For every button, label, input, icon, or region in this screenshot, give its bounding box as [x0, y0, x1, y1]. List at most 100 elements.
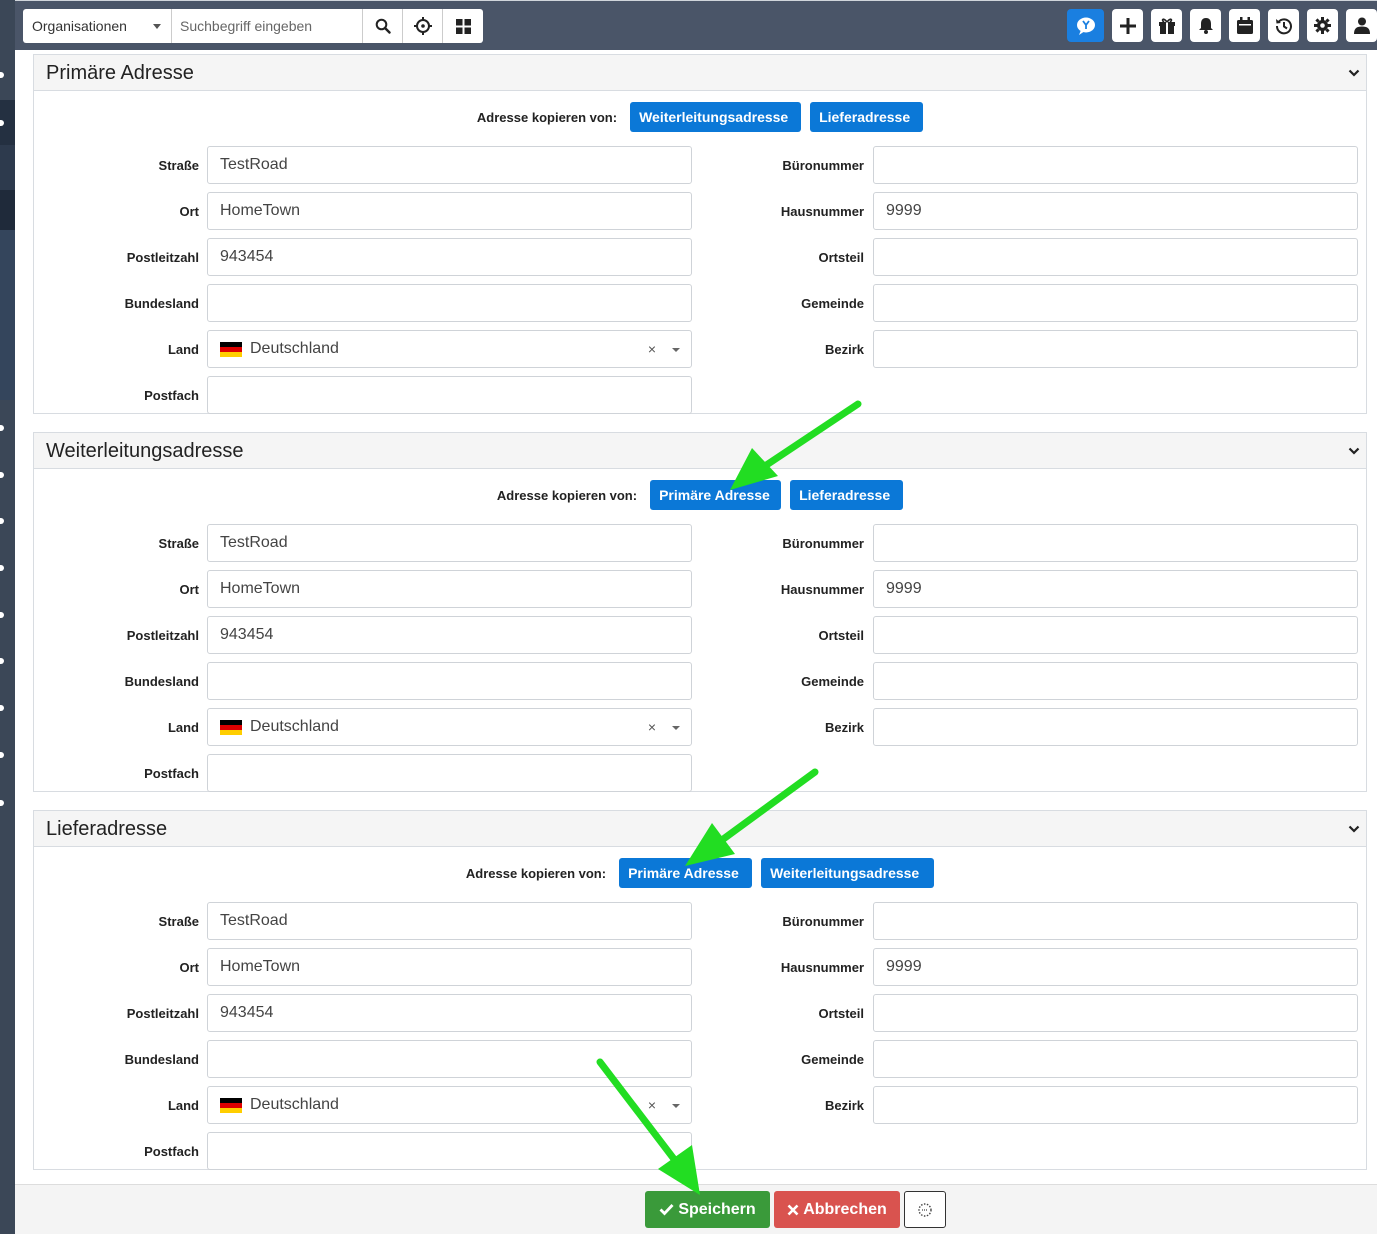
locate-button[interactable]	[403, 9, 443, 43]
field-strasse[interactable]: TestRoad	[207, 146, 692, 184]
save-button-label: Speichern	[678, 1200, 756, 1218]
footer-bar: Speichern Abbrechen	[15, 1184, 1377, 1234]
bell-icon	[1198, 18, 1213, 34]
field-land[interactable]: Deutschland ×	[207, 708, 692, 746]
field-plz[interactable]: 943454	[207, 616, 692, 654]
germany-flag-icon	[220, 341, 242, 357]
field-bezirk[interactable]	[873, 1086, 1358, 1124]
field-postfach[interactable]	[207, 754, 692, 792]
field-strasse[interactable]: TestRoad	[207, 902, 692, 940]
copy-from-weiterleitungsadresse-button[interactable]: Weiterleitungsadresse	[630, 102, 802, 132]
gift-button[interactable]	[1151, 9, 1182, 42]
user-button[interactable]	[1346, 9, 1377, 42]
field-strasse-value: TestRoad	[220, 912, 288, 929]
field-land[interactable]: Deutschland ×	[207, 330, 692, 368]
label-bezirk: Bezirk	[824, 720, 864, 735]
field-land[interactable]: Deutschland ×	[207, 1086, 692, 1124]
caret-down-icon[interactable]	[672, 1104, 680, 1108]
label-bundesland: Bundesland	[124, 1052, 199, 1067]
field-gemeinde[interactable]	[873, 662, 1358, 700]
main-content: Primäre Adresse Adresse kopieren von: We…	[15, 50, 1377, 1184]
field-ortsteil[interactable]	[873, 238, 1358, 276]
chevron-down-icon[interactable]	[1348, 443, 1360, 461]
label-plz: Postleitzahl	[126, 250, 199, 265]
field-plz-value: 943454	[220, 248, 274, 265]
field-postfach[interactable]	[207, 376, 692, 414]
clear-icon[interactable]: ×	[648, 719, 656, 735]
field-bezirk[interactable]	[873, 330, 1358, 368]
field-bundesland[interactable]	[207, 662, 692, 700]
caret-down-icon[interactable]	[672, 348, 680, 352]
top-icon-toolbar	[1067, 9, 1377, 42]
label-gemeinde: Gemeinde	[801, 1052, 864, 1067]
label-bezirk: Bezirk	[824, 1098, 864, 1113]
module-select[interactable]: Organisationen	[23, 9, 172, 43]
chat-button[interactable]	[1067, 9, 1104, 42]
copy-from-prim-re-adresse-button[interactable]: Primäre Adresse	[650, 480, 782, 510]
field-ort[interactable]: HomeTown	[207, 192, 692, 230]
label-bundesland: Bundesland	[124, 296, 199, 311]
gift-icon	[1158, 17, 1175, 34]
settings-button[interactable]	[1307, 9, 1338, 42]
chevron-down-icon[interactable]	[1348, 65, 1360, 83]
cancel-button[interactable]: Abbrechen	[774, 1191, 900, 1228]
field-bundesland[interactable]	[207, 284, 692, 322]
field-bueronummer[interactable]	[873, 524, 1358, 562]
panel-header[interactable]: Lieferadresse	[34, 811, 1366, 847]
field-hausnummer-value: 9999	[886, 580, 922, 597]
search-button[interactable]	[363, 9, 403, 43]
clear-icon[interactable]: ×	[648, 341, 656, 357]
copy-from-prim-re-adresse-button[interactable]: Primäre Adresse	[619, 858, 753, 888]
field-ortsteil[interactable]	[873, 994, 1358, 1032]
field-land-value: Deutschland	[250, 1096, 339, 1113]
field-bueronummer[interactable]	[873, 902, 1358, 940]
label-bueronummer: Büronummer	[782, 536, 864, 551]
calendar-icon	[1236, 17, 1253, 34]
grid-button[interactable]	[443, 9, 483, 43]
field-gemeinde[interactable]	[873, 1040, 1358, 1078]
caret-down-icon	[153, 24, 161, 29]
field-strasse[interactable]: TestRoad	[207, 524, 692, 562]
panel-header[interactable]: Primäre Adresse	[34, 55, 1366, 91]
label-land: Land	[167, 342, 199, 357]
field-hausnummer[interactable]: 9999	[873, 570, 1358, 608]
copy-from-lieferadresse-button[interactable]: Lieferadresse	[790, 480, 904, 510]
field-plz[interactable]: 943454	[207, 994, 692, 1032]
copy-address-label: Adresse kopieren von:	[465, 865, 607, 881]
clear-icon[interactable]: ×	[648, 1097, 656, 1113]
label-ortsteil: Ortsteil	[818, 250, 864, 265]
field-gemeinde[interactable]	[873, 284, 1358, 322]
notifications-button[interactable]	[1190, 9, 1221, 42]
copy-from-lieferadresse-button[interactable]: Lieferadresse	[810, 102, 924, 132]
copy-from-weiterleitungsadresse-button[interactable]: Weiterleitungsadresse	[761, 858, 935, 888]
calendar-button[interactable]	[1229, 9, 1260, 42]
panel-title: Primäre Adresse	[46, 62, 194, 84]
field-hausnummer[interactable]: 9999	[873, 192, 1358, 230]
caret-down-icon[interactable]	[672, 726, 680, 730]
germany-flag-icon	[220, 719, 242, 735]
search-input[interactable]	[172, 9, 363, 43]
field-plz[interactable]: 943454	[207, 238, 692, 276]
label-ortsteil: Ortsteil	[818, 628, 864, 643]
field-bundesland[interactable]	[207, 1040, 692, 1078]
field-postfach[interactable]	[207, 1132, 692, 1170]
address-panel-2: Weiterleitungsadresse Adresse kopieren v…	[33, 432, 1367, 792]
field-ort[interactable]: HomeTown	[207, 948, 692, 986]
add-button[interactable]	[1112, 9, 1143, 42]
field-ort[interactable]: HomeTown	[207, 570, 692, 608]
field-strasse-value: TestRoad	[220, 156, 288, 173]
field-bueronummer[interactable]	[873, 146, 1358, 184]
chevron-down-icon[interactable]	[1348, 821, 1360, 839]
extra-options-button[interactable]	[904, 1191, 946, 1228]
field-ortsteil[interactable]	[873, 616, 1358, 654]
label-bundesland: Bundesland	[124, 674, 199, 689]
panel-header[interactable]: Weiterleitungsadresse	[34, 433, 1366, 469]
history-button[interactable]	[1268, 9, 1299, 42]
label-gemeinde: Gemeinde	[801, 674, 864, 689]
cancel-button-label: Abbrechen	[803, 1200, 887, 1218]
save-button[interactable]: Speichern	[645, 1191, 770, 1228]
germany-flag-icon	[220, 1097, 242, 1113]
module-select-label: Organisationen	[32, 18, 127, 34]
field-bezirk[interactable]	[873, 708, 1358, 746]
field-hausnummer[interactable]: 9999	[873, 948, 1358, 986]
